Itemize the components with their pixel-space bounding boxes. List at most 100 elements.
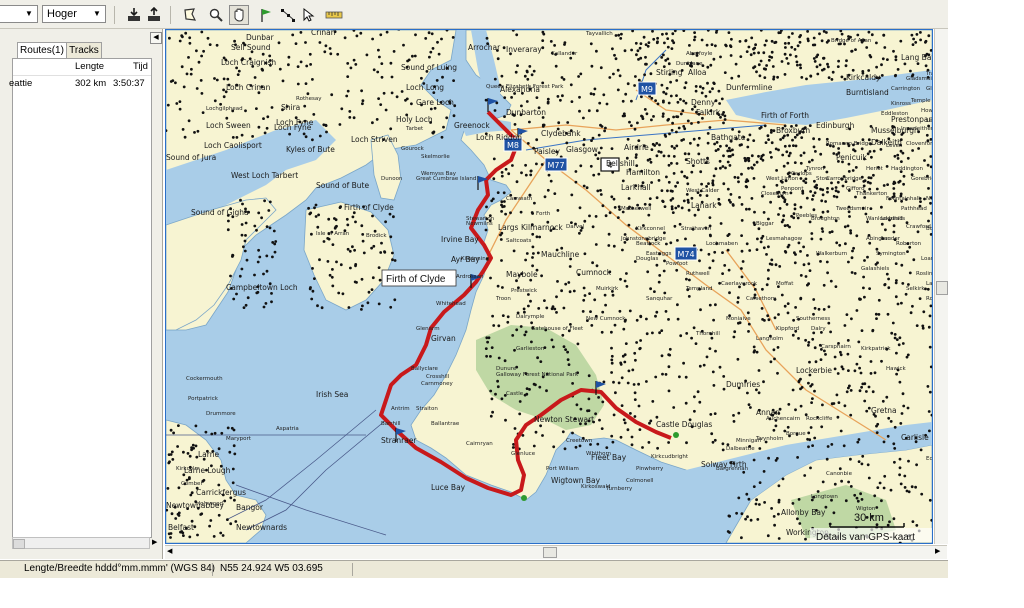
route-icon[interactable]: [278, 5, 298, 25]
collapse-panel-button[interactable]: ◀: [150, 32, 162, 44]
map-view[interactable]: M9 M8 M77 M74 4 Loch Craignish Loch Crina…: [165, 29, 933, 544]
settlement-dot: [896, 153, 900, 157]
scrollbar-thumb[interactable]: [13, 539, 25, 549]
settlement-dot: [669, 189, 673, 193]
settlement-dot: [684, 81, 688, 85]
chevron-down-icon[interactable]: ▼: [91, 8, 103, 20]
settlement-dot: [232, 444, 236, 448]
settlement-dot: [574, 445, 578, 449]
place-label-small: Loanhead: [921, 256, 932, 262]
settlement-dot: [612, 197, 616, 201]
settlement-dot: [659, 150, 663, 154]
settlement-dot: [670, 161, 673, 165]
settlement-dot: [777, 313, 780, 316]
settlement-dot: [232, 297, 236, 301]
measure-icon[interactable]: [324, 5, 344, 25]
settlement-dot: [496, 385, 500, 389]
settlement-dot: [650, 148, 654, 151]
settlement-dot: [658, 143, 661, 147]
send-to-device-icon[interactable]: [124, 5, 144, 25]
settlement-dot: [169, 428, 173, 432]
receive-from-device-icon[interactable]: [144, 5, 164, 25]
road-shield-m74-label: M74: [677, 250, 694, 259]
settlement-dot: [404, 98, 407, 102]
settlement-dot: [338, 206, 342, 210]
settlement-dot: [859, 492, 862, 496]
map-horizontal-scrollbar[interactable]: ◀ ▶: [165, 545, 947, 559]
settlement-dot: [796, 44, 800, 48]
settlement-dot: [699, 170, 703, 174]
settlement-dot: [323, 50, 327, 54]
settlement-dot: [643, 73, 646, 77]
settlement-dot: [484, 228, 488, 232]
select-icon[interactable]: [180, 5, 200, 25]
settlement-dot: [821, 403, 824, 407]
settlement-dot: [800, 386, 804, 389]
pointer-icon[interactable]: [298, 5, 318, 25]
settlement-dot: [663, 205, 667, 209]
settlement-dot: [647, 213, 651, 217]
settlement-dot: [808, 360, 811, 364]
settlement-dot: [875, 41, 878, 45]
settlement-dot: [846, 339, 850, 342]
column-header-time[interactable]: Tijd: [133, 61, 148, 72]
chevron-down-icon[interactable]: ▼: [23, 8, 35, 20]
detail-level-combo[interactable]: Hoger ▼: [42, 5, 106, 23]
tab-tracks[interactable]: Tracks: [66, 42, 102, 59]
settlement-dot: [898, 336, 902, 340]
settlement-dot: [702, 363, 706, 367]
settlement-dot: [511, 446, 515, 449]
waypoint-flag-icon[interactable]: [256, 5, 276, 25]
place-label-small: Johnstonebridge: [620, 236, 666, 242]
scroll-right-arrow-icon[interactable]: ▶: [152, 537, 160, 549]
column-header-length[interactable]: Lengte: [75, 61, 104, 72]
settlement-dot: [413, 54, 417, 58]
settlement-dot: [847, 480, 850, 484]
settlement-dot: [675, 144, 679, 148]
map-product-combo[interactable]: ▼: [0, 5, 38, 23]
map-canvas[interactable]: M9 M8 M77 M74 4 Loch CraignishLoch Crina…: [166, 30, 932, 543]
settlement-dot: [377, 48, 380, 52]
scrollbar-thumb[interactable]: [936, 281, 948, 295]
settlement-dot: [562, 78, 566, 81]
settlement-dot: [535, 162, 538, 166]
settlement-dot: [670, 145, 674, 148]
settlement-dot: [265, 269, 269, 273]
place-label-small: Romanno Bridge: [826, 141, 872, 147]
list-item[interactable]: eattie 302 km 3:50:37: [9, 77, 151, 91]
settlement-dot: [515, 279, 518, 283]
map-vertical-scrollbar[interactable]: [934, 29, 948, 544]
settlement-dot: [661, 115, 665, 118]
settlement-dot: [787, 403, 791, 406]
scroll-right-arrow-icon[interactable]: ▶: [935, 547, 940, 555]
settlement-dot: [763, 319, 766, 322]
settlement-dot: [928, 345, 932, 349]
scrollbar-thumb[interactable]: [543, 547, 557, 558]
routes-list[interactable]: Lengte Tijd eattie 302 km 3:50:37: [9, 58, 152, 538]
settlement-dot: [758, 481, 762, 484]
settlement-dot: [314, 215, 318, 218]
settlement-dot: [786, 311, 790, 315]
settlement-dot: [821, 480, 825, 484]
settlement-dot: [740, 512, 744, 516]
settlement-dot: [727, 198, 731, 202]
zoom-icon[interactable]: [206, 5, 226, 25]
settlement-dot: [847, 170, 851, 173]
settlement-dot: [184, 31, 188, 35]
settlement-dot: [299, 60, 303, 64]
settlement-dot: [589, 92, 593, 96]
settlement-dot: [376, 70, 380, 74]
settlement-dot: [599, 189, 602, 192]
list-horizontal-scrollbar[interactable]: [12, 537, 150, 549]
settlement-dot: [390, 91, 394, 95]
settlement-dot: [324, 44, 328, 48]
settlement-dot: [186, 452, 190, 455]
settlement-dot: [827, 305, 831, 309]
settlement-dot: [262, 117, 265, 120]
settlement-dot: [728, 291, 731, 295]
settlement-dot: [431, 47, 435, 50]
scroll-left-arrow-icon[interactable]: ◀: [167, 547, 172, 555]
settlement-dot: [564, 282, 568, 286]
pan-hand-icon[interactable]: [229, 5, 249, 25]
place-label-small: Lesmahagow: [766, 236, 803, 242]
